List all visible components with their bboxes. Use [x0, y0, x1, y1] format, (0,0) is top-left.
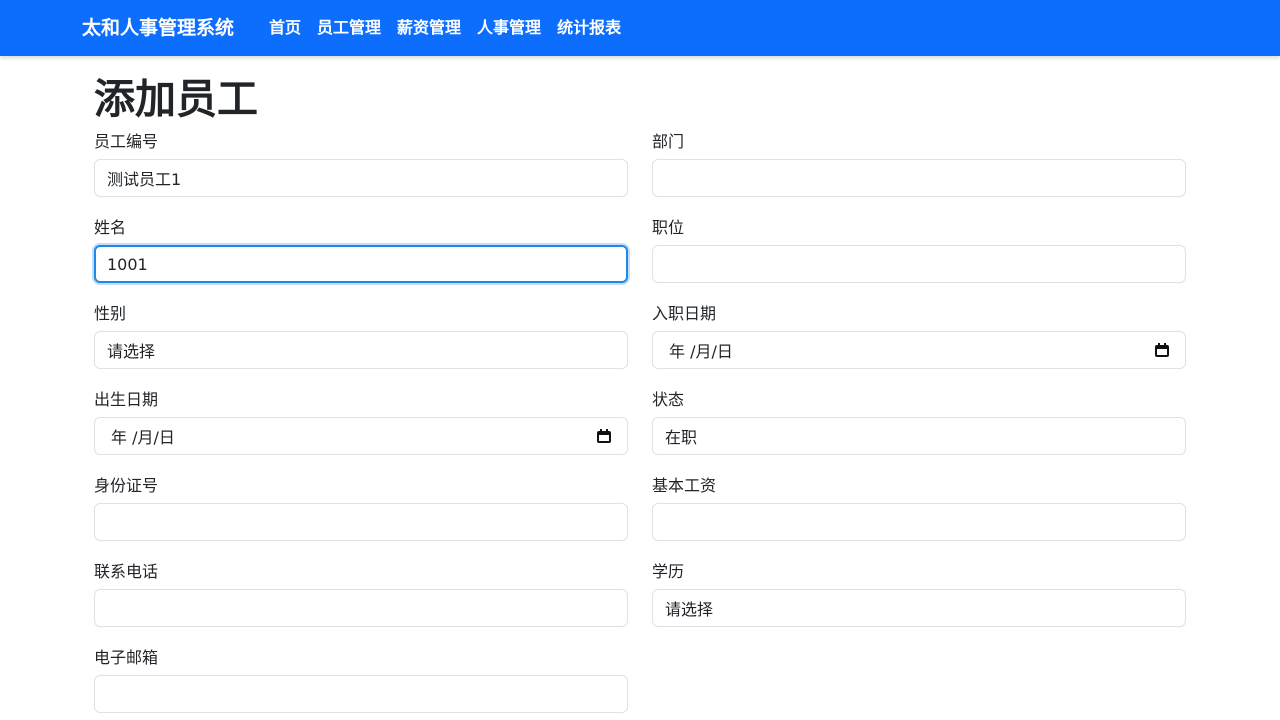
top-navbar: 太和人事管理系统 首页 员工管理 薪资管理 人事管理 统计报表 [0, 0, 1280, 56]
name-label: 姓名 [94, 218, 127, 237]
status-label: 状态 [652, 390, 685, 409]
phone-label: 联系电话 [94, 562, 159, 581]
calendar-icon[interactable] [597, 429, 611, 443]
department-field: 部门 [652, 131, 1186, 197]
nav-link-personnel[interactable]: 人事管理 [477, 17, 541, 39]
birth-date-value: 年 /月/日 [111, 428, 175, 447]
base-salary-input[interactable] [652, 503, 1186, 541]
phone-field: 联系电话 [94, 561, 628, 627]
hire-date-label: 入职日期 [652, 304, 717, 323]
employee-id-input[interactable]: 测试员工1 [94, 159, 628, 197]
email-input[interactable] [94, 675, 628, 713]
department-label: 部门 [652, 132, 685, 151]
education-label: 学历 [652, 562, 685, 581]
education-select[interactable]: 请选择 [652, 589, 1186, 627]
employee-id-label: 员工编号 [94, 132, 159, 151]
status-value: 在职 [665, 428, 698, 447]
page-title: 添加员工 [94, 75, 258, 123]
nav-link-salary[interactable]: 薪资管理 [397, 17, 461, 39]
gender-select[interactable]: 请选择 [94, 331, 628, 369]
status-select[interactable]: 在职 [652, 417, 1186, 455]
nav-link-reports[interactable]: 统计报表 [557, 17, 621, 39]
birth-date-label: 出生日期 [94, 390, 159, 409]
hire-date-field: 入职日期 年 /月/日 [652, 303, 1186, 369]
name-input[interactable]: 1001 [94, 245, 628, 283]
department-input[interactable] [652, 159, 1186, 197]
name-field: 姓名 1001 [94, 217, 628, 283]
id-number-input[interactable] [94, 503, 628, 541]
name-value: 1001 [107, 254, 148, 274]
birth-date-field: 出生日期 年 /月/日 [94, 389, 628, 455]
employee-id-field: 员工编号 测试员工1 [94, 131, 628, 197]
id-number-label: 身份证号 [94, 476, 159, 495]
id-number-field: 身份证号 [94, 475, 628, 541]
status-field: 状态 在职 [652, 389, 1186, 455]
nav-link-home[interactable]: 首页 [269, 17, 301, 39]
calendar-icon[interactable] [1155, 343, 1169, 357]
position-label: 职位 [652, 218, 685, 237]
base-salary-field: 基本工资 [652, 475, 1186, 541]
email-label: 电子邮箱 [94, 648, 159, 667]
nav-link-employees[interactable]: 员工管理 [317, 17, 381, 39]
birth-date-input[interactable]: 年 /月/日 [94, 417, 628, 455]
gender-value: 请选择 [107, 342, 156, 361]
email-field: 电子邮箱 [94, 647, 628, 713]
education-field: 学历 请选择 [652, 561, 1186, 627]
position-field: 职位 [652, 217, 1186, 283]
nav-links: 首页 员工管理 薪资管理 人事管理 统计报表 [269, 17, 621, 39]
gender-field: 性别 请选择 [94, 303, 628, 369]
position-input[interactable] [652, 245, 1186, 283]
employee-id-value: 测试员工1 [107, 170, 182, 189]
education-value: 请选择 [665, 600, 714, 619]
hire-date-input[interactable]: 年 /月/日 [652, 331, 1186, 369]
phone-input[interactable] [94, 589, 628, 627]
gender-label: 性别 [94, 304, 127, 323]
brand-title[interactable]: 太和人事管理系统 [82, 15, 234, 41]
hire-date-value: 年 /月/日 [669, 342, 733, 361]
base-salary-label: 基本工资 [652, 476, 717, 495]
